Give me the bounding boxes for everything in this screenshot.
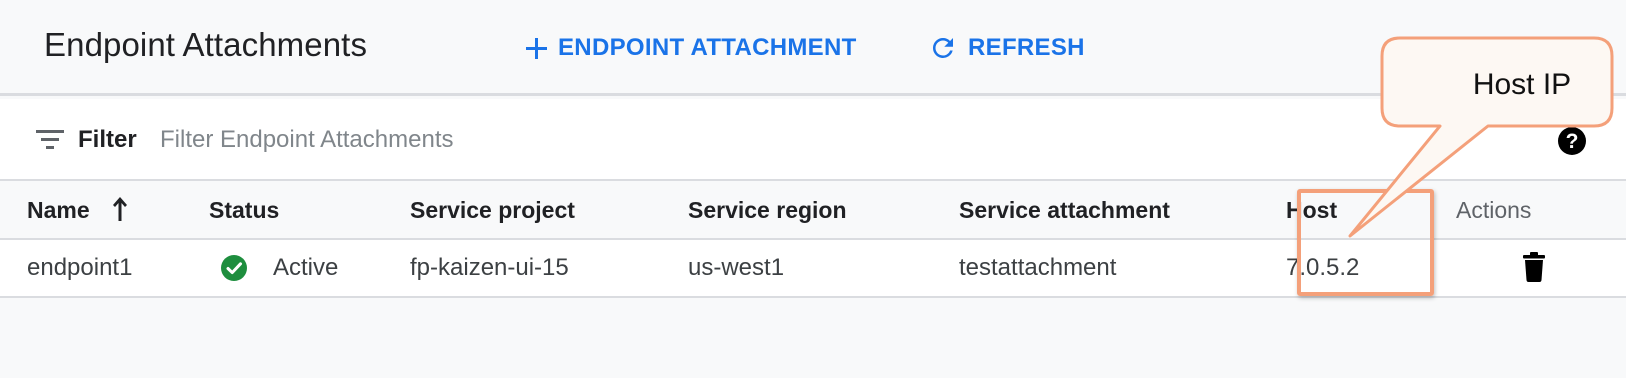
page-title: Endpoint Attachments [44, 26, 368, 63]
page-header: Endpoint Attachments ENDPOINT ATTACHMENT… [0, 0, 1626, 96]
trash-icon[interactable] [1522, 252, 1546, 282]
check-circle-icon [221, 255, 247, 281]
column-header-service-attachment[interactable]: Service attachment [959, 197, 1170, 224]
column-header-status[interactable]: Status [209, 197, 279, 224]
column-header-actions: Actions [1456, 197, 1532, 223]
refresh-label: REFRESH [968, 34, 1085, 61]
callout-text: Host IP [1472, 68, 1572, 101]
host-highlight-box [1297, 189, 1434, 296]
filter-input[interactable] [160, 119, 1460, 161]
refresh-icon [932, 37, 953, 58]
plus-icon [526, 38, 547, 59]
add-endpoint-attachment-button[interactable]: ENDPOINT ATTACHMENT [524, 30, 857, 66]
add-endpoint-attachment-label: ENDPOINT ATTACHMENT [558, 34, 857, 61]
arrow-up-icon[interactable] [112, 196, 128, 222]
filter-label: Filter [78, 126, 137, 153]
column-header-name[interactable]: Name [27, 197, 90, 224]
endpoint-attachments-page: Endpoint Attachments ENDPOINT ATTACHMENT… [0, 0, 1626, 378]
cell-name[interactable]: endpoint1 [27, 254, 132, 282]
svg-text:?: ? [1566, 130, 1579, 153]
cell-service-region: us-west1 [688, 254, 785, 281]
help-icon[interactable]: ? [1557, 126, 1587, 156]
refresh-button[interactable]: REFRESH [928, 30, 1085, 66]
filter-bar: Filter [0, 99, 1626, 181]
cell-service-project: fp-kaizen-ui-15 [410, 254, 569, 281]
filter-icon [36, 130, 64, 149]
column-header-service-project[interactable]: Service project [410, 197, 575, 224]
cell-status: Active [273, 254, 339, 281]
column-header-service-region[interactable]: Service region [688, 197, 847, 224]
filter-button[interactable]: Filter [36, 123, 137, 157]
cell-service-attachment: testattachment [959, 254, 1117, 281]
